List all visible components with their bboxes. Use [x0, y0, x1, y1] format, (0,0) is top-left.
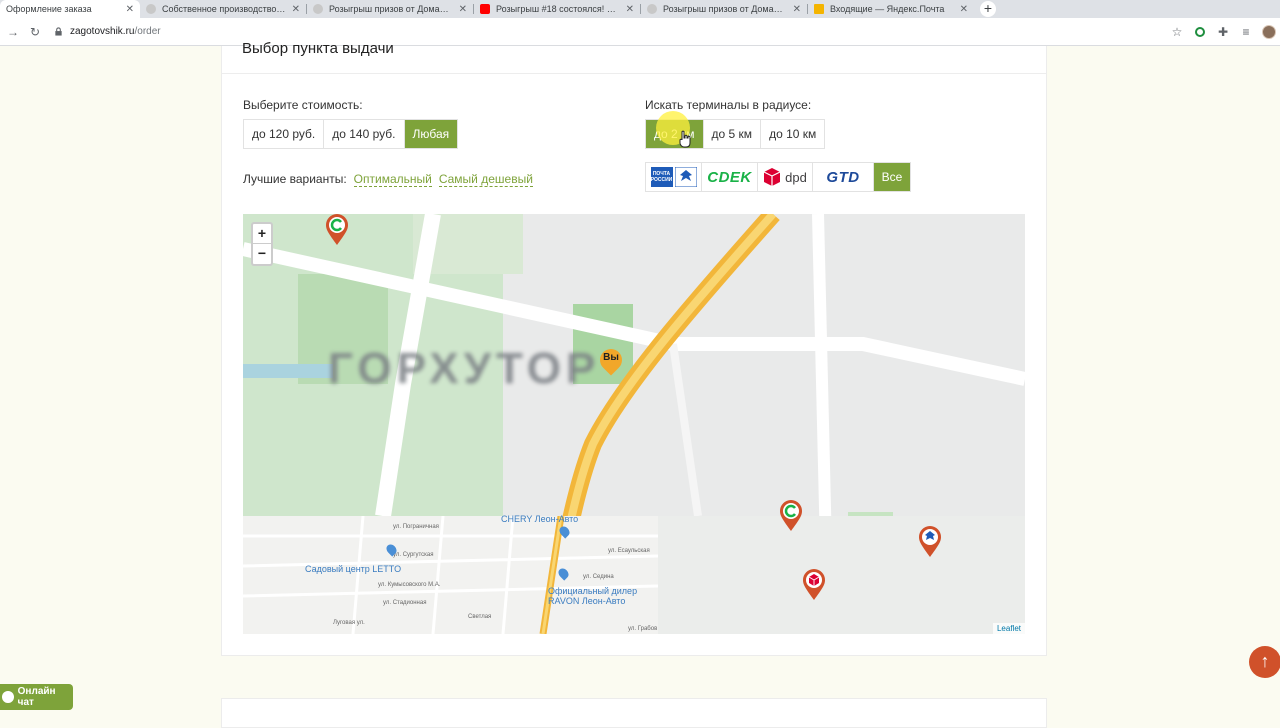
address-bar-row: → ↻ zagotovshik.ru/order ☆ ✚ ≡ [0, 18, 1280, 46]
close-tab-icon[interactable]: ✕ [292, 4, 300, 15]
tab-favicon-icon [146, 4, 156, 14]
pochta-logo-text: ПОЧТА РОССИИ [650, 167, 673, 187]
street-label: ул. Пограничная [393, 524, 439, 530]
dpd-cube-icon [763, 168, 781, 186]
map-place-label: ГОРХУТОР [328, 344, 601, 393]
browser-tab[interactable]: Оформление заказа ✕ [0, 0, 140, 18]
radius-option-10km[interactable]: до 10 км [761, 120, 825, 148]
browser-toolbar-icons: ☆ ✚ ≡ [1170, 18, 1280, 46]
carrier-dpd-button[interactable]: dpd [758, 163, 813, 191]
gtd-logo: GTD [826, 168, 860, 186]
reload-icon[interactable]: ↻ [26, 25, 44, 39]
tab-title: Собственное производство сам [162, 4, 286, 14]
price-label: Выберите стоимость: [243, 98, 363, 112]
zoom-in-button[interactable]: + [253, 224, 271, 244]
divider [222, 73, 1046, 74]
price-option-any[interactable]: Любая [404, 120, 458, 148]
price-filter: до 120 руб. до 140 руб. Любая [243, 119, 459, 149]
carrier-all-button[interactable]: Все [874, 163, 910, 191]
browser-tab[interactable]: Розыгрыш призов от Домашни ✕ [307, 0, 473, 18]
best-options-label: Лучшие варианты: [243, 172, 347, 186]
section-title: Выбор пункта выдачи [242, 40, 394, 57]
close-tab-icon[interactable]: ✕ [626, 4, 634, 15]
carrier-filter: ПОЧТА РОССИИ CDEK dpd GTD Все [645, 162, 911, 192]
online-chat-label: Онлайн чат [17, 686, 56, 708]
scroll-to-top-button[interactable]: ↑ [1249, 646, 1280, 678]
close-tab-icon[interactable]: ✕ [960, 4, 968, 15]
price-option-140[interactable]: до 140 руб. [324, 120, 405, 148]
price-option-120[interactable]: до 120 руб. [244, 120, 325, 148]
street-label: ул. Седина [583, 574, 614, 580]
street-label: ул. Кумысовского М.А. [378, 582, 441, 588]
url-host: zagotovshik.ru [70, 26, 135, 37]
pochta-logo: ПОЧТА РОССИИ [650, 167, 697, 187]
cheapest-link[interactable]: Самый дешевый [438, 172, 533, 187]
poi-label: Официальный дилер [548, 586, 638, 596]
browser-tab[interactable]: Розыгрыш #18 состоялся! Опре ✕ [474, 0, 640, 18]
browser-tab[interactable]: Входящие — Яндекс.Почта ✕ [808, 0, 974, 18]
pochta-eagle-icon [674, 167, 697, 187]
pickup-map[interactable]: ул. Пограничная ул. Сургутская ул. Кумыс… [243, 214, 1025, 634]
poi-label: CHERY Леон-Авто [501, 514, 579, 524]
you-marker-label: Вы [603, 352, 619, 363]
profile-avatar[interactable] [1262, 25, 1276, 39]
mail-icon [814, 4, 824, 14]
browser-tab[interactable]: Собственное производство сам ✕ [140, 0, 306, 18]
street-label: Луговая ул. [333, 620, 365, 626]
you-are-here-marker: Вы [595, 344, 627, 379]
browser-tab[interactable]: Розыгрыш призов от Домашни ✕ [641, 0, 807, 18]
poi-label: RAVON Леон-Авто [548, 596, 626, 606]
forward-icon[interactable]: → [4, 25, 22, 39]
tab-favicon-icon [313, 4, 323, 14]
url-field[interactable]: zagotovshik.ru/order [54, 26, 161, 37]
dpd-pin-icon[interactable] [802, 569, 826, 601]
media-queue-icon[interactable]: ≡ [1239, 25, 1253, 39]
tab-title: Розыгрыш призов от Домашни [329, 4, 453, 14]
poi-label: Садовый центр LETTO [305, 564, 402, 574]
cdek-logo: CDEK [707, 168, 752, 186]
browser-tab-strip: Оформление заказа ✕ Собственное производ… [0, 0, 1280, 18]
map-inset: ул. Пограничная ул. Сургутская ул. Кумыс… [243, 514, 658, 634]
extensions-puzzle-icon[interactable]: ✚ [1216, 25, 1230, 39]
radius-option-5km[interactable]: до 5 км [703, 120, 762, 148]
carrier-gtd-button[interactable]: GTD [813, 163, 874, 191]
street-label: Светлая [468, 614, 492, 620]
cdek-pin-icon[interactable] [325, 214, 349, 246]
bookmark-star-icon[interactable]: ☆ [1170, 25, 1184, 39]
map-attribution-link[interactable]: Leaflet [992, 623, 1025, 634]
cdek-pin-icon[interactable] [779, 500, 803, 532]
chat-icon [2, 691, 14, 703]
new-tab-button[interactable]: + [980, 1, 996, 17]
tab-favicon-icon [647, 4, 657, 14]
close-tab-icon[interactable]: ✕ [793, 4, 801, 15]
carrier-pochta-button[interactable]: ПОЧТА РОССИИ [646, 163, 702, 191]
optimal-link[interactable]: Оптимальный [353, 172, 432, 187]
best-options: Лучшие варианты: Оптимальный Самый дешев… [243, 172, 533, 187]
zoom-out-button[interactable]: − [253, 244, 271, 264]
zoom-control: + − [251, 222, 273, 266]
online-chat-button[interactable]: Онлайн чат [0, 684, 73, 710]
street-label: ул. Есаульская [608, 548, 650, 554]
pochta-pin-icon[interactable] [918, 526, 942, 558]
street-label: ул. Сургутская [393, 552, 434, 558]
extension-green-icon[interactable] [1193, 25, 1207, 39]
tab-title: Входящие — Яндекс.Почта [830, 4, 945, 14]
street-label: ул. Стадионная [383, 600, 427, 606]
close-tab-icon[interactable]: ✕ [459, 4, 467, 15]
youtube-icon [480, 4, 490, 14]
carrier-cdek-button[interactable]: CDEK [702, 163, 758, 191]
url-path: /order [134, 26, 161, 37]
tab-title: Оформление заказа [6, 4, 92, 14]
dpd-logo: dpd [763, 167, 807, 187]
next-section-card [221, 698, 1047, 728]
hand-cursor-icon [679, 130, 691, 148]
tab-title: Розыгрыш #18 состоялся! Опре [496, 4, 620, 14]
close-tab-icon[interactable]: ✕ [126, 4, 134, 15]
street-label: ул. Грабов [628, 626, 658, 632]
tab-title: Розыгрыш призов от Домашни [663, 4, 787, 14]
lock-icon [55, 27, 62, 36]
radius-label: Искать терминалы в радиусе: [645, 98, 812, 112]
